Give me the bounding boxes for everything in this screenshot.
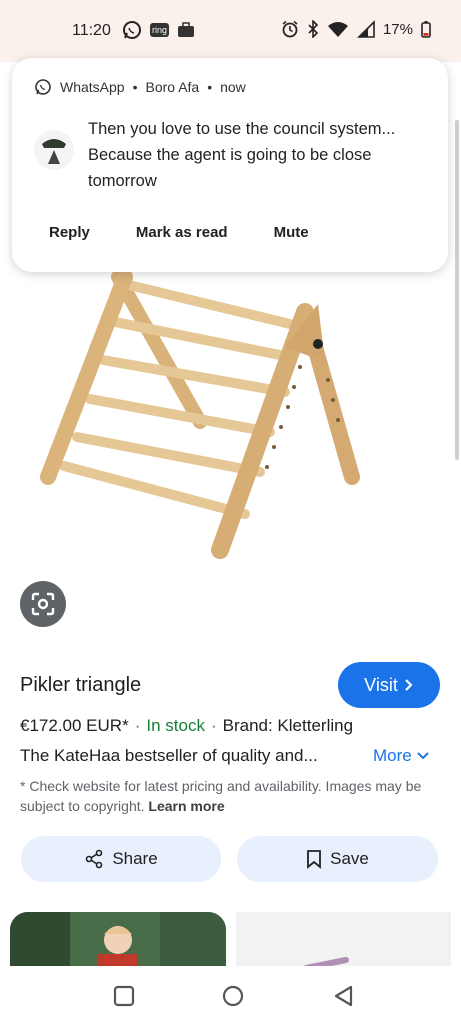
stock-status: In stock — [146, 716, 205, 735]
system-icons: 17% — [281, 20, 431, 38]
back-icon[interactable] — [333, 985, 355, 1007]
related-image-card[interactable] — [236, 912, 451, 972]
whatsapp-icon — [123, 21, 141, 39]
notification-time: now — [220, 79, 246, 95]
more-button[interactable]: More — [373, 746, 430, 766]
share-button[interactable]: Share — [21, 836, 221, 882]
lens-icon — [31, 592, 55, 616]
status-time: 11:20 — [72, 22, 111, 39]
whatsapp-icon — [35, 79, 51, 95]
share-icon — [86, 849, 103, 869]
save-button[interactable]: Save — [237, 836, 438, 882]
separator-dot: • — [132, 79, 138, 95]
product-description: The KateHaa bestseller of quality and... — [20, 746, 318, 765]
reply-button[interactable]: Reply — [49, 224, 90, 241]
related-image — [10, 912, 226, 972]
chevron-right-icon — [405, 679, 413, 691]
wifi-icon — [327, 22, 348, 37]
home-icon[interactable] — [222, 985, 244, 1007]
notification-message: Then you love to use the council system.… — [88, 120, 396, 190]
battery-icon — [421, 21, 431, 38]
ring-icon: ring — [150, 23, 170, 37]
price: €172.00 EUR* — [20, 716, 129, 735]
notification-icons: ring — [122, 20, 195, 40]
more-label: More — [373, 746, 412, 765]
scrollbar[interactable] — [455, 120, 459, 460]
status-bar: 11:20 ring 17% — [0, 0, 461, 62]
save-label: Save — [330, 849, 369, 868]
bookmark-icon — [307, 850, 322, 869]
notification-header: WhatsApp • Boro Afa • now — [34, 78, 246, 96]
bluetooth-icon — [308, 20, 319, 38]
notification-sender: Boro Afa — [145, 79, 200, 95]
related-image — [236, 912, 451, 972]
product-title: Pikler triangle — [20, 674, 142, 696]
brand: Brand: Kletterling — [222, 716, 354, 735]
mark-as-read-button[interactable]: Mark as read — [136, 224, 228, 241]
signal-icon — [357, 20, 375, 38]
briefcase-icon — [178, 22, 195, 37]
mute-button[interactable]: Mute — [274, 224, 309, 241]
recents-icon[interactable] — [113, 985, 135, 1007]
chevron-down-icon — [417, 752, 429, 760]
disclaimer: * Check website for latest pricing and a… — [20, 776, 440, 816]
visit-label: Visit — [364, 674, 398, 695]
learn-more-link[interactable]: Learn more — [148, 798, 224, 814]
related-image-card[interactable] — [10, 912, 226, 972]
alarm-icon — [282, 20, 298, 38]
battery-percent: 17% — [382, 20, 413, 38]
notification-card[interactable]: WhatsApp • Boro Afa • now Then you love … — [12, 58, 448, 272]
lens-button[interactable] — [20, 581, 66, 627]
price-row: €172.00 EUR* · In stock · Brand: Kletterling — [20, 716, 354, 735]
separator-dot: • — [207, 79, 213, 95]
avatar — [34, 130, 74, 170]
notification-app: WhatsApp — [60, 79, 125, 95]
navigation-bar — [0, 966, 461, 1024]
notification-actions: Reply Mark as read Mute — [49, 224, 309, 241]
share-label: Share — [112, 849, 158, 868]
visit-button[interactable]: Visit — [338, 662, 440, 708]
